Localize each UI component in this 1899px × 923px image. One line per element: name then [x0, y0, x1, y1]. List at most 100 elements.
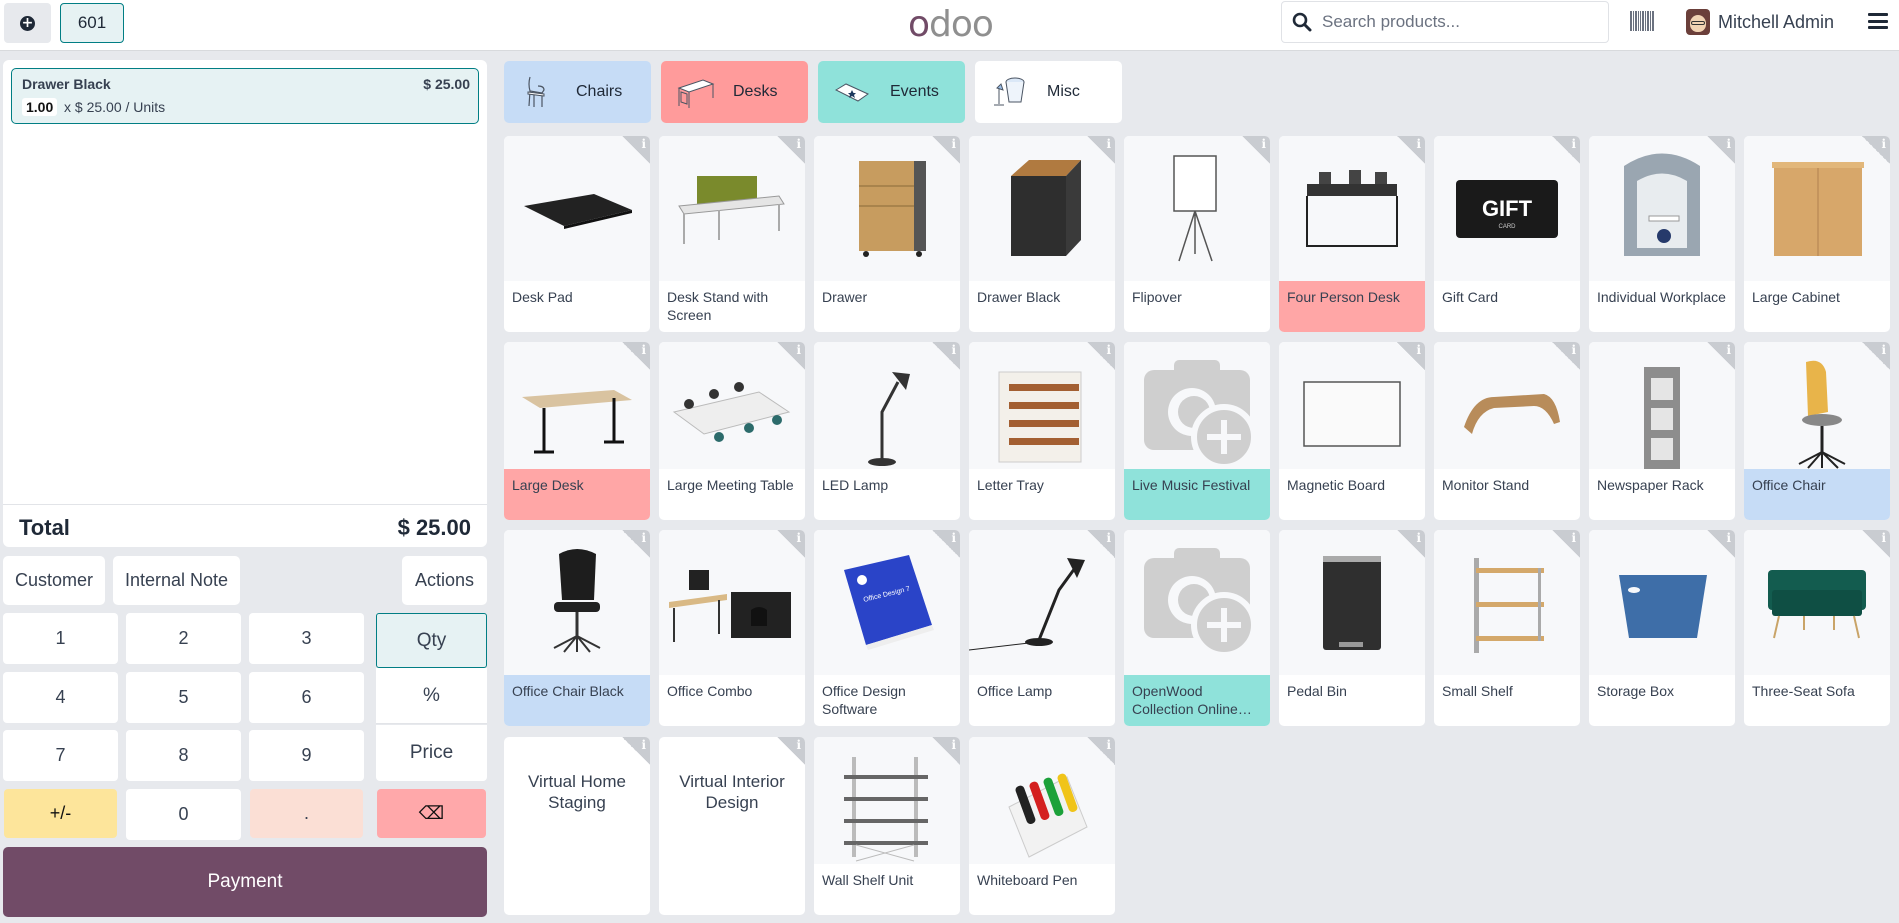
product-card[interactable]: LED Lamp i	[814, 342, 960, 520]
product-card[interactable]: Office Lamp i	[969, 530, 1115, 726]
numpad-key-1[interactable]: 1	[3, 613, 118, 664]
info-icon[interactable]: i	[932, 530, 960, 558]
product-card[interactable]: GIFT CARD Gift Card i	[1434, 136, 1580, 332]
info-glyph: i	[1726, 531, 1731, 545]
product-card[interactable]: Office Chair Black i	[504, 530, 650, 726]
backspace-icon[interactable]: ⌫	[377, 789, 486, 838]
actions-button[interactable]: Actions	[402, 556, 487, 605]
product-card[interactable]: Three-Seat Sofa i	[1744, 530, 1890, 726]
product-card[interactable]: Live Music Festival	[1124, 342, 1270, 520]
numpad-key-8[interactable]: 8	[126, 730, 241, 781]
plus-minus-button[interactable]: +/-	[4, 789, 117, 838]
info-icon[interactable]: i	[1862, 342, 1890, 370]
numpad-key-6[interactable]: 6	[249, 672, 364, 723]
info-icon[interactable]: i	[1087, 136, 1115, 164]
product-card[interactable]: Large Cabinet i	[1744, 136, 1890, 332]
info-icon[interactable]: i	[1552, 136, 1580, 164]
product-name: Office Combo	[667, 683, 753, 699]
qty-mode-button[interactable]: Qty	[376, 613, 487, 668]
product-card[interactable]: Pedal Bin i	[1279, 530, 1425, 726]
product-name: Large Cabinet	[1752, 289, 1840, 305]
order-line[interactable]: Drawer Black $ 25.00 1.00 x $ 25.00 / Un…	[11, 68, 479, 124]
product-card[interactable]: Drawer i	[814, 136, 960, 332]
category-misc[interactable]: Misc	[975, 61, 1122, 123]
product-card[interactable]: Large Desk i	[504, 342, 650, 520]
product-card[interactable]: Virtual Interior Design i	[659, 737, 805, 915]
product-card[interactable]: Monitor Stand i	[1434, 342, 1580, 520]
info-icon[interactable]: i	[622, 136, 650, 164]
product-card[interactable]: Drawer Black i	[969, 136, 1115, 332]
new-order-button[interactable]: +	[4, 3, 51, 43]
info-icon[interactable]: i	[1862, 530, 1890, 558]
info-icon[interactable]: i	[1087, 530, 1115, 558]
info-icon[interactable]: i	[1552, 342, 1580, 370]
info-icon[interactable]: i	[1397, 530, 1425, 558]
product-name: Virtual Home Staging	[528, 772, 626, 812]
numpad-key-3[interactable]: 3	[249, 613, 364, 664]
barcode-icon[interactable]	[1630, 11, 1654, 31]
product-card[interactable]: Office Combo i	[659, 530, 805, 726]
category-events[interactable]: Events	[818, 61, 965, 123]
info-icon[interactable]: i	[1707, 530, 1735, 558]
info-icon[interactable]: i	[1552, 530, 1580, 558]
product-card[interactable]: Flipover i	[1124, 136, 1270, 332]
user-menu[interactable]: Mitchell Admin	[1686, 8, 1834, 36]
product-card[interactable]: Small Shelf i	[1434, 530, 1580, 726]
numpad-key-4[interactable]: 4	[3, 672, 118, 723]
info-icon[interactable]: i	[622, 342, 650, 370]
numpad-key-9[interactable]: 9	[249, 730, 364, 781]
product-card[interactable]: Newspaper Rack i	[1589, 342, 1735, 520]
decimal-button[interactable]: .	[250, 789, 363, 838]
info-icon[interactable]: i	[1707, 136, 1735, 164]
info-icon[interactable]: i	[777, 530, 805, 558]
search-box[interactable]	[1281, 1, 1609, 43]
info-icon[interactable]: i	[932, 737, 960, 765]
info-icon[interactable]: i	[932, 342, 960, 370]
price-mode-button[interactable]: Price	[376, 725, 487, 781]
product-card[interactable]: Letter Tray i	[969, 342, 1115, 520]
search-input[interactable]	[1322, 12, 1592, 32]
numpad-key-7[interactable]: 7	[3, 730, 118, 781]
product-card[interactable]: Whiteboard Pen i	[969, 737, 1115, 915]
info-icon[interactable]: i	[1862, 136, 1890, 164]
product-name: Small Shelf	[1442, 683, 1513, 699]
info-icon[interactable]: i	[777, 136, 805, 164]
info-icon[interactable]: i	[777, 737, 805, 765]
product-card[interactable]: OpenWood Collection Online…	[1124, 530, 1270, 726]
product-name: Office Design Software	[822, 683, 906, 717]
info-icon[interactable]: i	[1087, 737, 1115, 765]
info-glyph: i	[641, 738, 646, 752]
hamburger-menu-icon[interactable]	[1868, 13, 1888, 29]
percent-mode-button[interactable]: %	[376, 668, 487, 724]
product-card[interactable]: Four Person Desk i	[1279, 136, 1425, 332]
product-card[interactable]: Desk Stand with Screen i	[659, 136, 805, 332]
info-icon[interactable]: i	[622, 530, 650, 558]
info-glyph: i	[1106, 738, 1111, 752]
product-card[interactable]: Office Design 7 Office Design Software i	[814, 530, 960, 726]
info-icon[interactable]: i	[1397, 136, 1425, 164]
product-card[interactable]: Wall Shelf Unit i	[814, 737, 960, 915]
numpad-key-2[interactable]: 2	[126, 613, 241, 664]
product-card[interactable]: Large Meeting Table i	[659, 342, 805, 520]
payment-button[interactable]: Payment	[3, 847, 487, 917]
info-icon[interactable]: i	[1397, 342, 1425, 370]
info-icon[interactable]: i	[777, 342, 805, 370]
numpad-key-5[interactable]: 5	[126, 672, 241, 723]
info-icon[interactable]: i	[1242, 136, 1270, 164]
product-card[interactable]: Virtual Home Staging i	[504, 737, 650, 915]
category-chairs[interactable]: Chairs	[504, 61, 651, 123]
product-card[interactable]: Individual Workplace i	[1589, 136, 1735, 332]
product-card[interactable]: Magnetic Board i	[1279, 342, 1425, 520]
info-icon[interactable]: i	[622, 737, 650, 765]
numpad-key-0[interactable]: 0	[126, 789, 241, 840]
product-card[interactable]: Desk Pad i	[504, 136, 650, 332]
info-icon[interactable]: i	[932, 136, 960, 164]
product-card[interactable]: Office Chair i	[1744, 342, 1890, 520]
product-card[interactable]: Storage Box i	[1589, 530, 1735, 726]
info-icon[interactable]: i	[1087, 342, 1115, 370]
order-tab[interactable]: 601	[60, 3, 124, 43]
internal-note-button[interactable]: Internal Note	[113, 556, 240, 605]
info-icon[interactable]: i	[1707, 342, 1735, 370]
category-desks[interactable]: Desks	[661, 61, 808, 123]
customer-button[interactable]: Customer	[3, 556, 105, 605]
